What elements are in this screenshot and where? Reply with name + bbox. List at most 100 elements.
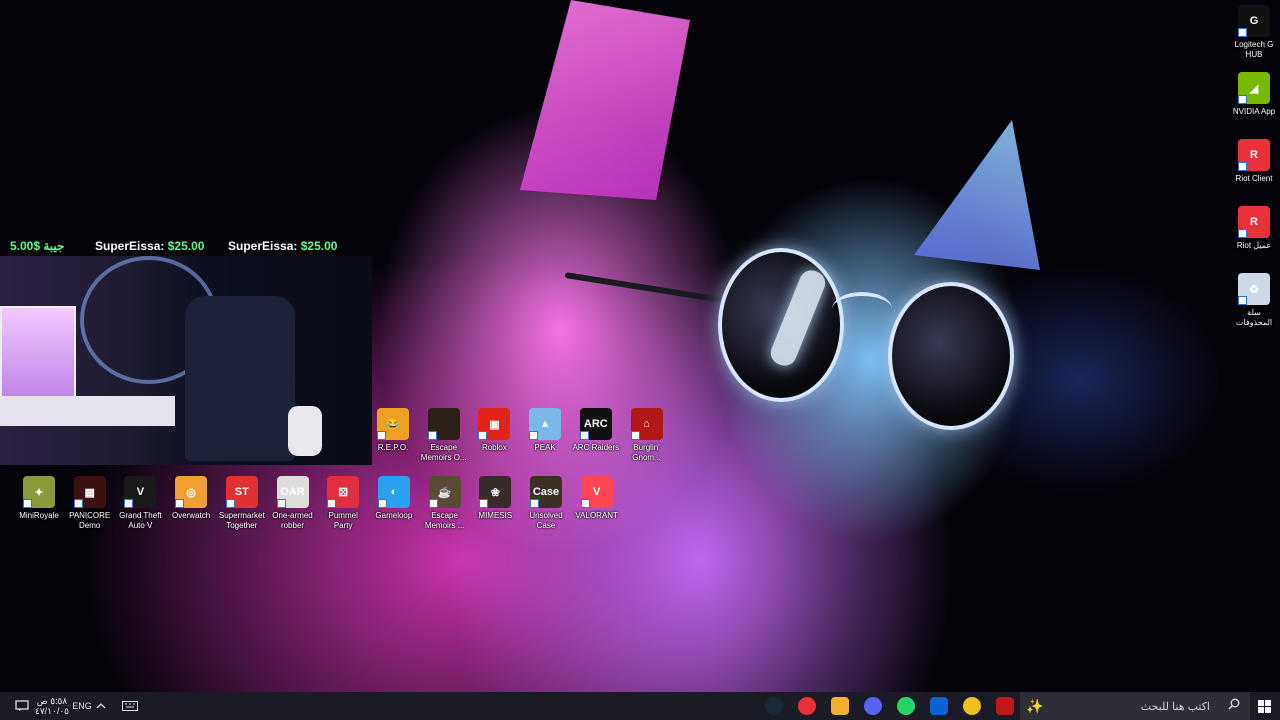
- taskbar-app-discord[interactable]: [861, 692, 885, 720]
- desktop-icon-logitech[interactable]: G Logitech G HUB: [1229, 5, 1279, 60]
- discord-icon: [864, 697, 882, 715]
- taskbar-app-outlook[interactable]: [927, 692, 951, 720]
- peak-icon: ▲: [529, 408, 562, 440]
- notification-icon[interactable]: [12, 692, 32, 720]
- language-indicator[interactable]: ENG: [72, 692, 92, 720]
- desktop-icon-gameloop[interactable]: ◐ Gameloop: [369, 476, 419, 521]
- taskbar-app-steam[interactable]: [762, 692, 786, 720]
- chrome-icon: [963, 697, 981, 715]
- supermarket-together-icon: ST: [225, 476, 258, 508]
- desktop-icon-mimesis[interactable]: ❀ MIMESIS: [470, 476, 520, 521]
- clock[interactable]: ٥:٥٨ ص ٤٧/١٠/٠٥: [35, 692, 70, 720]
- desktop-icon-peak[interactable]: ▲ PEAK: [520, 408, 570, 453]
- repo-icon: 😂: [377, 408, 409, 440]
- sunglasses-lens-right: [888, 282, 1014, 430]
- desktop-icon-label: MIMESIS: [478, 511, 513, 520]
- taskbar-app-chrome[interactable]: [960, 692, 984, 720]
- desktop-icon-label: Riot Client: [1235, 174, 1273, 183]
- desk: [0, 396, 175, 426]
- desktop-icon-riot-client[interactable]: R Riot Client: [1229, 139, 1279, 184]
- desktop-icon-miniroyale[interactable]: ✦ MiniRoyale: [14, 476, 64, 521]
- clock-date: ٤٧/١٠/٠٥: [35, 706, 70, 716]
- sunglasses-arm: [564, 272, 724, 303]
- desktop-icon-label: Roblox: [481, 443, 507, 452]
- desktop-icon-recycle-bin[interactable]: ♻ سلة المحذوفات: [1229, 273, 1279, 328]
- taskbar-app-whatsapp[interactable]: [894, 692, 918, 720]
- donation-1: 5.00$ جيبة: [10, 239, 65, 253]
- arc-raiders-icon: ARC: [579, 408, 612, 440]
- desktop-icon-label: Pummel Party: [328, 511, 358, 530]
- desktop-icon-burglin-gnomes[interactable]: ⌂ Burglin' Gnom...: [622, 408, 672, 463]
- desktop-icon-label: NVIDIA App: [1232, 107, 1276, 116]
- windows-icon: [1257, 699, 1271, 713]
- desktop-icon-label: Overwatch: [171, 511, 211, 520]
- mimesis-icon: ❀: [479, 476, 512, 508]
- riot-client-icon: R: [1238, 139, 1270, 171]
- sparkle-icon: ✨: [1026, 697, 1044, 714]
- discord-yellow-icon: [831, 697, 849, 715]
- desktop-icon-label: PANICORE Demo: [69, 511, 111, 530]
- escape-memoirs-1-icon: [427, 408, 460, 440]
- logitech-icon: G: [1238, 5, 1270, 37]
- clock-time: ٥:٥٨ ص: [36, 696, 68, 706]
- search-placeholder: اكتب هنا للبحث: [1140, 700, 1210, 713]
- desktop-icon-arc-raiders[interactable]: ARC ARC Raiders: [571, 408, 621, 453]
- taskbar-app-riot[interactable]: [795, 692, 819, 720]
- desktop-icon-label: One-armed robber: [272, 511, 313, 530]
- desktop-icon-riot-ar[interactable]: R Riot عميل: [1229, 206, 1279, 251]
- pummel-party-icon: ⚄: [327, 476, 360, 508]
- start-button[interactable]: [1254, 692, 1274, 720]
- unsolved-case-icon: Case: [530, 476, 562, 508]
- desktop-icon-overwatch[interactable]: ◎ Overwatch: [166, 476, 216, 521]
- escape-memoirs-2-icon: ☕: [428, 476, 461, 508]
- taskbar: ٥:٥٨ ص ٤٧/١٠/٠٥ ENG ✨ اكتب هنا للبحث: [0, 692, 1280, 720]
- microphone: [288, 406, 322, 456]
- taskbar-app-discord-yellow[interactable]: [828, 692, 852, 720]
- desktop-icon-label: Escape Memoirs ...: [424, 511, 465, 530]
- steam-icon: [765, 697, 783, 715]
- roblox-icon: ▣: [478, 408, 511, 440]
- voice-meeter-icon: [996, 697, 1014, 715]
- desktop-icon-nvidia[interactable]: ◢ NVIDIA App: [1229, 72, 1279, 117]
- desktop-icon-label: Escape Memoirs O...: [420, 443, 467, 462]
- desktop-icon-label: PEAK: [534, 443, 556, 452]
- search-box[interactable]: ✨ اكتب هنا للبحث: [1020, 692, 1250, 720]
- desktop-icon-label: سلة المحذوفات: [1235, 308, 1273, 327]
- valorant-icon: V: [580, 476, 613, 508]
- desktop-icon-unsolved-case[interactable]: Case Unsolved Case: [521, 476, 571, 531]
- desktop-icon-pummel-party[interactable]: ⚄ Pummel Party: [318, 476, 368, 531]
- donation-3: SuperEissa: $25.00: [228, 239, 338, 253]
- desktop-icon-label: ARC Raiders: [572, 443, 620, 452]
- donation-2: SuperEissa: $25.00: [95, 239, 205, 253]
- gameloop-icon: ◐: [377, 476, 410, 508]
- desktop-icon-valorant[interactable]: V VALORANT: [572, 476, 622, 521]
- panicore-icon: ▦: [73, 476, 106, 508]
- desktop-icon-label: VALORANT: [575, 511, 618, 520]
- desktop-icon-escape-memoirs-2[interactable]: ☕ Escape Memoirs ...: [420, 476, 470, 531]
- donation-ticker: 5.00$ جيبة SuperEissa: $25.00 SuperEissa…: [0, 236, 372, 256]
- desktop-icon-one-armed-robber[interactable]: OAR One-armed robber: [268, 476, 318, 531]
- search-icon: [1228, 697, 1240, 715]
- desktop-icon-label: Burglin' Gnom...: [632, 443, 661, 462]
- desktop-icon-repo[interactable]: 😂 R.E.P.O.: [368, 408, 418, 453]
- pc-case: [0, 306, 76, 410]
- sunglasses-bridge: [832, 292, 892, 326]
- desktop-icon-label: Grand Theft Auto V: [119, 511, 162, 530]
- desktop-icon-gta5[interactable]: V Grand Theft Auto V: [115, 476, 165, 531]
- desktop-icon-escape-memoirs-1[interactable]: Escape Memoirs O...: [419, 408, 469, 463]
- gaming-chair: [185, 296, 295, 461]
- desktop-icon-label: R.E.P.O.: [377, 443, 409, 452]
- desktop-icon-roblox[interactable]: ▣ Roblox: [469, 408, 519, 453]
- desktop-icon-panicore[interactable]: ▦ PANICORE Demo: [65, 476, 115, 531]
- desktop-icon-label: MiniRoyale: [19, 511, 59, 520]
- keyboard-icon[interactable]: [120, 692, 140, 720]
- desktop-icon-supermarket-together[interactable]: ST Supermarket Together: [217, 476, 267, 531]
- chevron-up-icon[interactable]: [94, 692, 108, 720]
- recycle-bin-icon: ♻: [1238, 273, 1270, 305]
- cat-ear-right: [914, 120, 1040, 270]
- one-armed-robber-icon: OAR: [276, 476, 309, 508]
- burglin-gnomes-icon: ⌂: [630, 408, 663, 440]
- outlook-icon: [930, 697, 948, 715]
- taskbar-app-voice-meeter[interactable]: [993, 692, 1017, 720]
- gta5-icon: V: [124, 476, 157, 508]
